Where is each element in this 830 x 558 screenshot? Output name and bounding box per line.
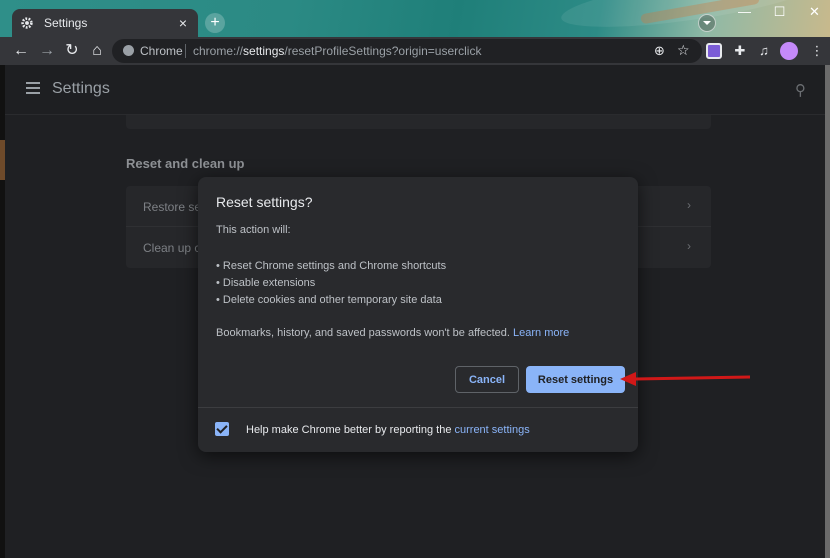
page-title: Settings xyxy=(52,80,110,97)
dialog-note: Bookmarks, history, and saved passwords … xyxy=(216,327,569,339)
profile-avatar[interactable] xyxy=(780,42,798,60)
tab-settings[interactable]: Settings × xyxy=(12,9,198,37)
extension-icon[interactable] xyxy=(706,43,722,59)
chevron-right-icon: › xyxy=(687,239,691,253)
reset-settings-button[interactable]: Reset settings xyxy=(526,366,625,393)
more-menu-icon[interactable]: ⋮ xyxy=(809,43,825,59)
dialog-footer: Help make Chrome better by reporting the… xyxy=(198,407,638,452)
settings-card xyxy=(126,115,711,129)
footer-label: Help make Chrome better by reporting the xyxy=(246,424,452,436)
url-text[interactable]: chrome://settings/resetProfileSettings?o… xyxy=(193,44,481,58)
scrollbar-track[interactable] xyxy=(825,65,830,558)
home-icon[interactable]: ⌂ xyxy=(88,42,106,60)
annotation-arrow-icon xyxy=(620,372,751,386)
chevron-right-icon: › xyxy=(687,198,691,212)
settings-header: Settings ⚲ xyxy=(5,65,825,115)
footer-text: Help make Chrome better by reporting the… xyxy=(246,424,530,436)
maximize-button[interactable]: ☐ xyxy=(762,0,797,24)
back-icon[interactable]: ← xyxy=(12,42,30,60)
new-tab-button[interactable]: + xyxy=(205,13,225,33)
gear-icon xyxy=(21,17,33,29)
search-icon[interactable]: ⚲ xyxy=(795,81,806,99)
minimize-button[interactable]: — xyxy=(727,0,762,24)
action-list: Reset Chrome settings and Chrome shortcu… xyxy=(216,258,446,309)
reset-settings-dialog: Reset settings? This action will: Reset … xyxy=(198,177,638,452)
hamburger-menu-icon[interactable] xyxy=(26,82,40,97)
report-settings-checkbox[interactable] xyxy=(215,422,229,436)
list-item: Delete cookies and other temporary site … xyxy=(216,292,446,309)
cancel-button[interactable]: Cancel xyxy=(455,366,519,393)
dialog-title: Reset settings? xyxy=(216,194,313,210)
tab-search-icon[interactable] xyxy=(698,14,716,32)
divider xyxy=(185,44,186,58)
forward-icon[interactable]: → xyxy=(38,42,56,60)
browser-toolbar: ← → ↻ ⌂ Chrome chrome://settings/resetPr… xyxy=(0,37,830,65)
section-title: Reset and clean up xyxy=(126,156,245,171)
site-label: Chrome xyxy=(140,44,183,58)
current-settings-link[interactable]: current settings xyxy=(455,424,530,436)
learn-more-link[interactable]: Learn more xyxy=(513,327,569,339)
tab-close-icon[interactable]: × xyxy=(176,16,190,30)
zoom-icon[interactable]: ⊕ xyxy=(654,43,665,59)
list-item: Disable extensions xyxy=(216,275,446,292)
note-text: Bookmarks, history, and saved passwords … xyxy=(216,327,510,339)
tab-title: Settings xyxy=(44,16,88,30)
list-item: Reset Chrome settings and Chrome shortcu… xyxy=(216,258,446,275)
bookmark-star-icon[interactable]: ☆ xyxy=(677,42,690,59)
dialog-intro: This action will: xyxy=(216,224,291,236)
reload-icon[interactable]: ↻ xyxy=(63,42,81,60)
media-control-icon[interactable]: ♫ xyxy=(756,43,772,59)
address-bar[interactable]: Chrome chrome://settings/resetProfileSet… xyxy=(112,39,702,63)
tab-strip: Settings × + — ☐ ✕ xyxy=(0,0,830,37)
site-info-icon[interactable] xyxy=(123,45,134,56)
extensions-puzzle-icon[interactable]: ✚ xyxy=(732,43,748,59)
close-window-button[interactable]: ✕ xyxy=(797,0,830,24)
